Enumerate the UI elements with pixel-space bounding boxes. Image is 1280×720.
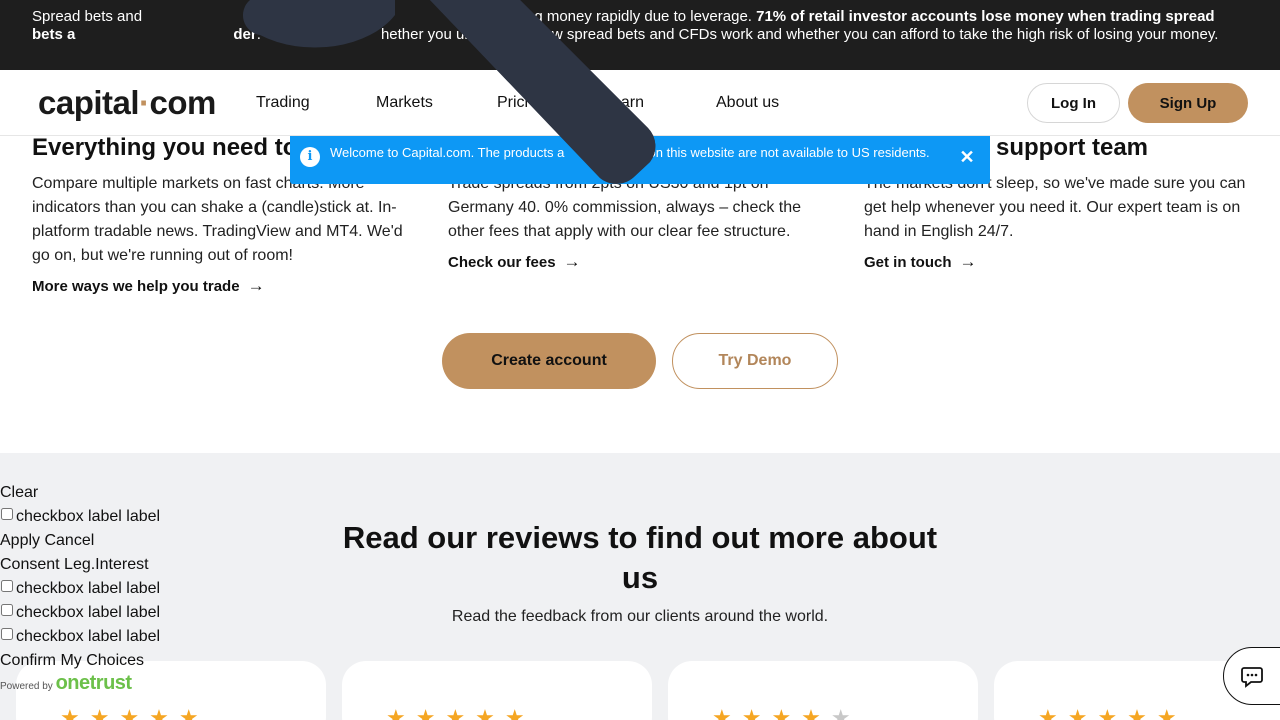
nav-about-us[interactable]: About us [716,94,779,112]
try-demo-button[interactable]: Try Demo [672,333,838,389]
checkbox-label: checkbox label label [16,604,161,621]
nav-trading[interactable]: Trading [256,94,310,112]
notice-text-tail: sted on this website are not available t… [620,145,930,160]
risk-text-mid2: com [330,8,360,25]
apply-cancel-buttons[interactable]: Apply Cancel [0,529,160,553]
arrow-right-icon: → [563,252,581,271]
consent-header: Consent Leg.Interest [0,556,149,573]
check-fees-link[interactable]: Check our fees → [448,252,581,272]
checkbox-label: checkbox label label [16,628,161,645]
powered-by-text: Powered by [0,681,53,692]
review-card[interactable]: ★★★★★ [668,661,978,720]
star-rating: ★★★★★ [386,705,535,720]
filter-checkbox[interactable] [1,604,13,616]
risk-text-start: Spread bets and [32,8,143,25]
get-in-touch-link[interactable]: Get in touch → [864,252,977,272]
arrow-right-icon: → [247,276,265,295]
checkbox-label: checkbox label label [16,580,161,597]
confirm-choices-button[interactable]: Confirm My Choices [0,649,160,673]
checkbox-row: checkbox label label [0,577,160,601]
live-chat-button[interactable] [1223,647,1280,705]
notice-text: Welcome to Capital.com. The products a [330,145,565,160]
checkbox-label: checkbox label label [16,508,161,525]
risk-text-tail2: hether you understand how spread bets an… [380,26,1219,43]
logo-text-left: capital [38,84,140,121]
risk-bold-end: der [233,26,257,43]
star-rating: ★★★★★ [60,705,209,720]
login-button[interactable]: Log In [1027,83,1120,123]
create-account-button[interactable]: Create account [442,333,656,389]
filter-checkbox[interactable] [1,508,13,520]
site-header: capital·com Trading Markets Prici earn A… [0,70,1280,136]
reviews-title: Read our reviews to find out more about … [342,520,938,595]
us-residents-notice: i Welcome to Capital.com. The products a… [290,136,990,184]
logo-dot: · [139,84,150,121]
risk-warning-banner: Spread bets and a com risk of losing mon… [0,0,1280,70]
risk-text-tail: . You shou [256,26,327,43]
link-label: More ways we help you trade [32,278,240,295]
checkbox-row: checkbox label label [0,601,160,625]
nav-learn[interactable]: earn [612,94,644,112]
powered-by-onetrust: Powered by onetrust [0,673,160,693]
risk-text-mid: a [318,8,327,25]
review-card[interactable]: ★★★★★ [342,661,652,720]
close-icon[interactable]: ✕ [958,148,976,166]
nav-markets[interactable]: Markets [376,94,433,112]
checkbox-row: checkbox label label [0,625,160,649]
feature-body: Compare multiple markets on fast charts.… [32,175,403,264]
signup-button[interactable]: Sign Up [1128,83,1248,123]
feature-title: support team [996,135,1149,161]
star-rating: ★★★★★ [712,705,861,720]
clear-button[interactable]: Clear [0,481,160,505]
chat-bubble-icon [1241,667,1263,688]
risk-text-mid3: risk of losing money rapidly due to leve… [459,8,752,25]
capital-com-logo[interactable]: capital·com [38,84,216,122]
more-ways-link[interactable]: More ways we help you trade → [32,276,265,296]
filter-checkbox[interactable] [1,580,13,592]
info-icon: i [300,147,320,167]
link-label: Get in touch [864,254,952,271]
logo-text-right: com [149,84,217,121]
star-rating: ★★★★★ [1038,705,1187,720]
reviews-section: Read our reviews to find out more about … [0,453,1280,720]
checkbox-row: checkbox label label [0,505,160,529]
cookie-preferences-panel: Clear checkbox label label Apply Cancel … [0,481,160,693]
arrow-right-icon: → [959,252,977,271]
link-label: Check our fees [448,254,556,271]
onetrust-logo: onetrust [55,672,133,694]
reviews-subtitle: Read the feedback from our clients aroun… [451,608,829,625]
nav-pricing[interactable]: Prici [497,94,528,112]
filter-checkbox[interactable] [1,628,13,640]
